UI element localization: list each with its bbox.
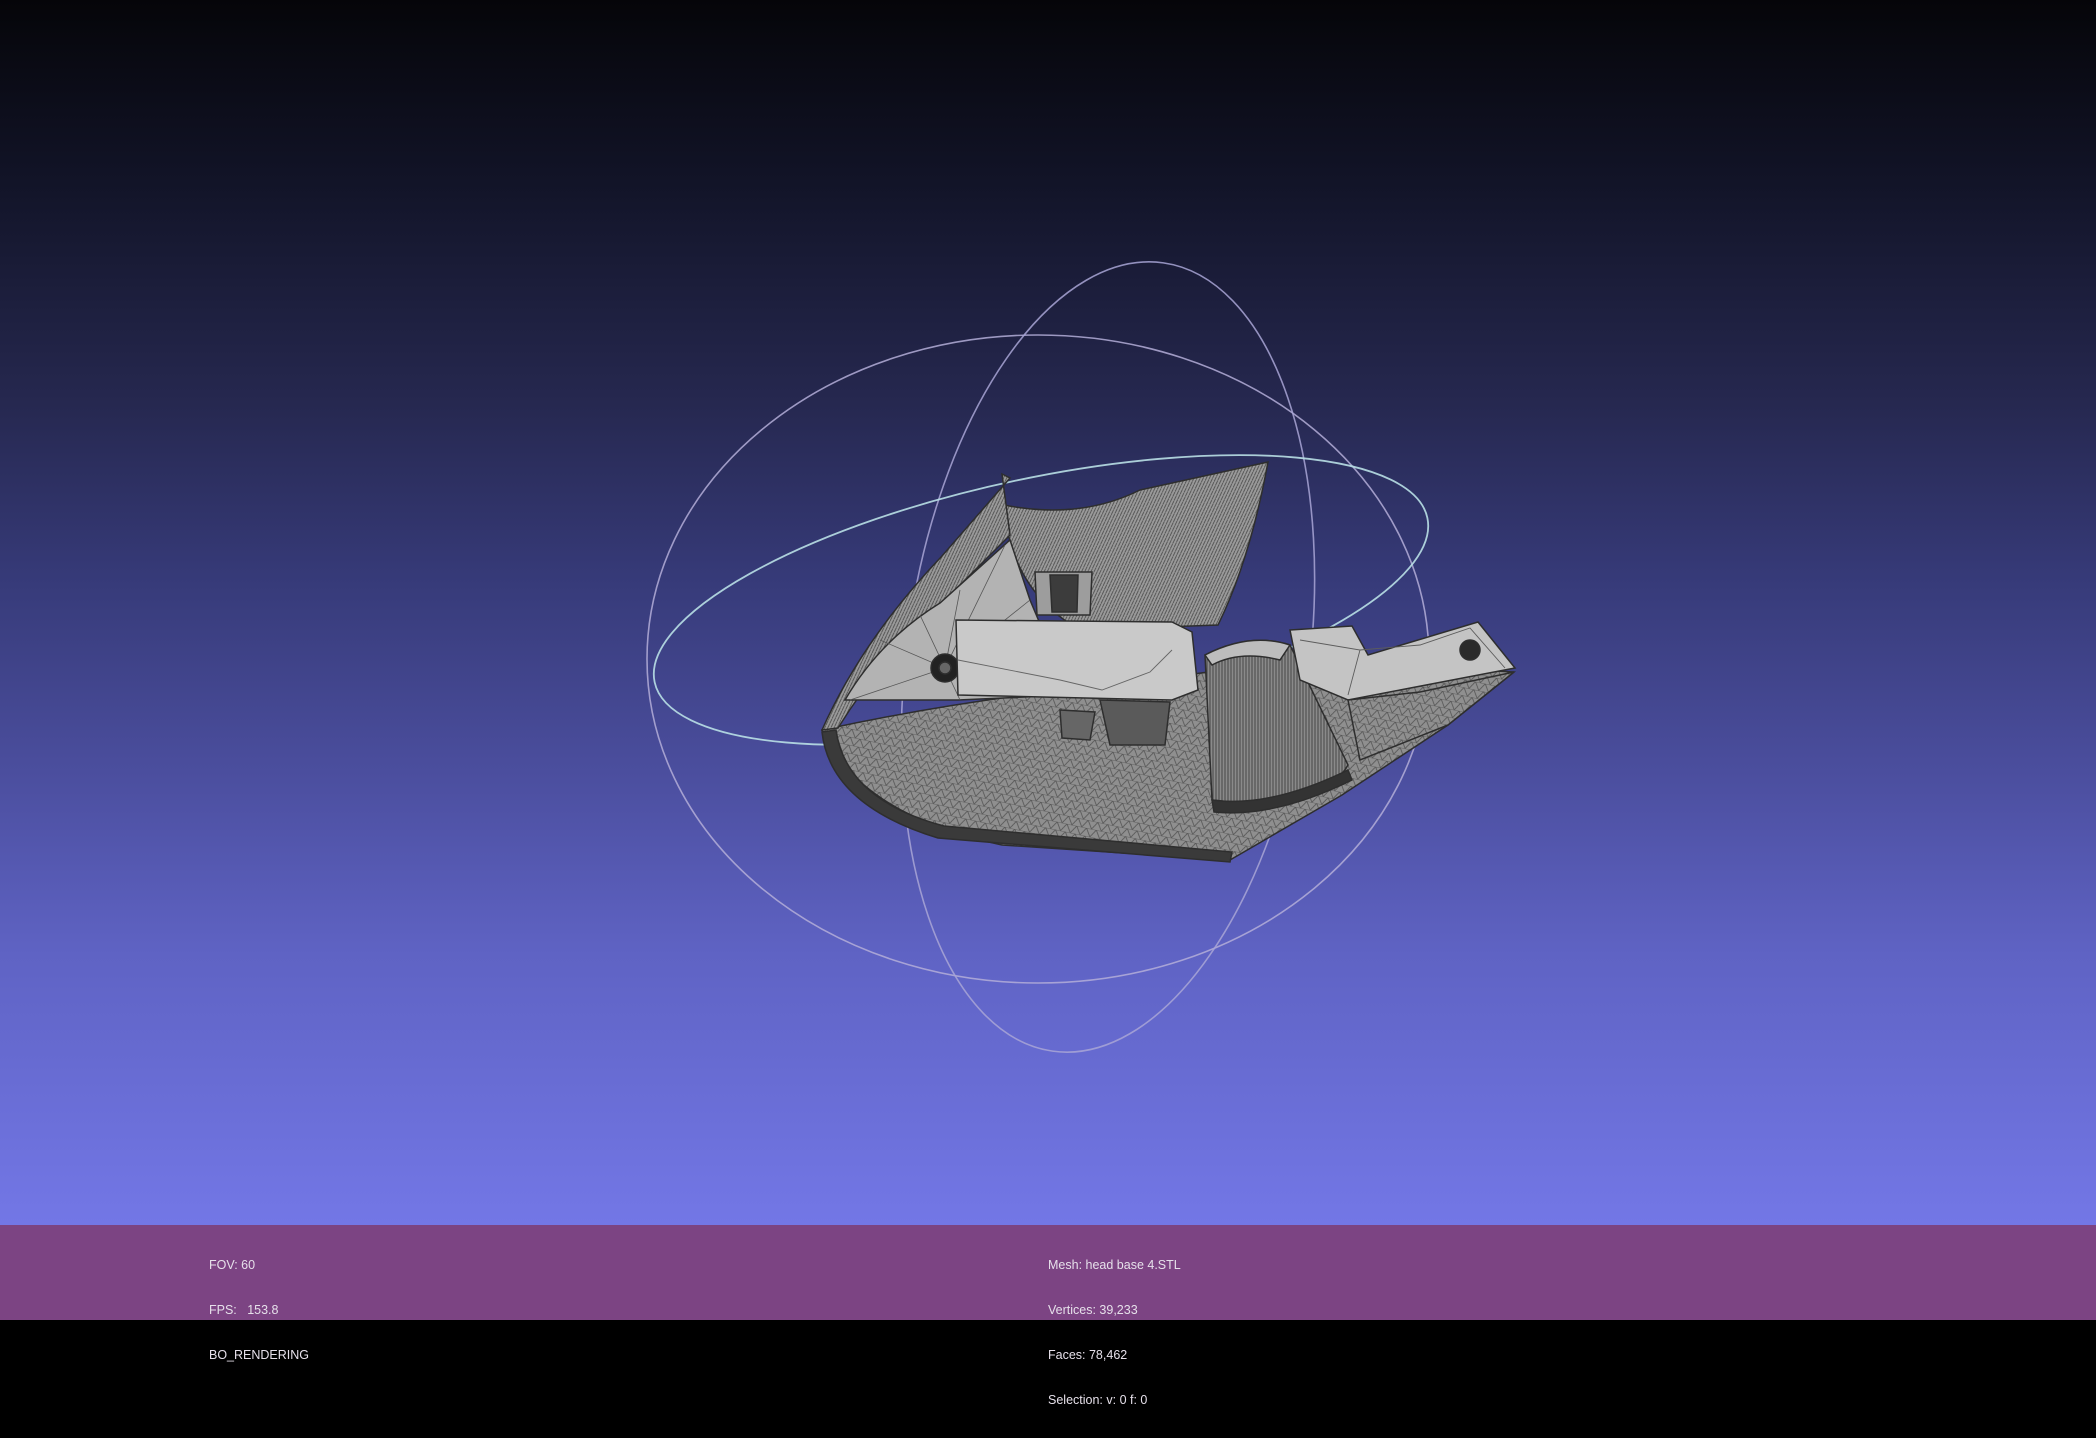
status-info-bar: FOV: 60 FPS: 153.8 BO_RENDERING Mesh: he… [0,1225,2096,1407]
fov-label: FOV: 60 [209,1258,256,1272]
wireframe-mesh-model-icon [820,461,1517,863]
mesh-name-label: Mesh: head base 4.STL [1048,1258,1181,1272]
fps-label: FPS: 153.8 [209,1303,279,1317]
faces-label: Faces: 78,462 [1048,1348,1128,1362]
render-info: FOV: 60 FPS: 153.8 BO_RENDERING [209,1228,309,1393]
3d-viewport[interactable] [0,0,2096,1225]
render-mode-label: BO_RENDERING [209,1348,310,1362]
selection-label: Selection: v: 0 f: 0 [1048,1393,1148,1407]
vertices-label: Vertices: 39,233 [1048,1303,1138,1317]
scene-canvas[interactable] [0,0,2096,1225]
mesh-info: Mesh: head base 4.STL Vertices: 39,233 F… [1048,1228,1181,1438]
